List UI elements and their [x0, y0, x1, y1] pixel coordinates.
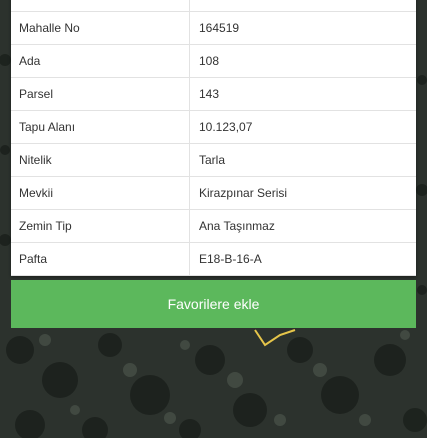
row-label: Zemin Tip	[11, 210, 190, 242]
row-value: 108	[199, 54, 220, 68]
row-value: 10.123,07	[199, 120, 253, 134]
row-label: Nitelik	[11, 144, 190, 176]
row-label	[11, 0, 190, 11]
table-row: Tapu Alanı 10.123,07	[11, 111, 416, 144]
row-value: Ana Taşınmaz	[199, 219, 275, 233]
table-row: Parsel 143	[11, 78, 416, 111]
table-row: Nitelik Tarla	[11, 144, 416, 177]
table-row: Pafta E18-B-16-A	[11, 243, 416, 276]
add-to-favorites-button[interactable]: Favorilere ekle	[11, 280, 416, 328]
row-value: 143	[199, 87, 220, 101]
row-value: Tarla	[199, 153, 226, 167]
row-label: Ada	[11, 45, 190, 77]
table-row: Mahalle No 164519	[11, 12, 416, 45]
table-row: Ada 108	[11, 45, 416, 78]
row-label: Pafta	[11, 243, 190, 275]
parcel-info-panel: Mahalle No 164519 Ada 108 Parsel 143 Tap…	[11, 0, 416, 276]
row-label: Mevkii	[11, 177, 190, 209]
row-value	[190, 0, 416, 11]
row-value: 164519	[199, 21, 240, 35]
row-label: Tapu Alanı	[11, 111, 190, 143]
table-row	[11, 0, 416, 12]
row-label: Parsel	[11, 78, 190, 110]
row-label: Mahalle No	[11, 12, 190, 44]
table-row: Mevkii Kirazpınar Serisi	[11, 177, 416, 210]
table-row: Zemin Tip Ana Taşınmaz	[11, 210, 416, 243]
row-value: Kirazpınar Serisi	[199, 186, 288, 200]
row-value: E18-B-16-A	[199, 252, 262, 266]
